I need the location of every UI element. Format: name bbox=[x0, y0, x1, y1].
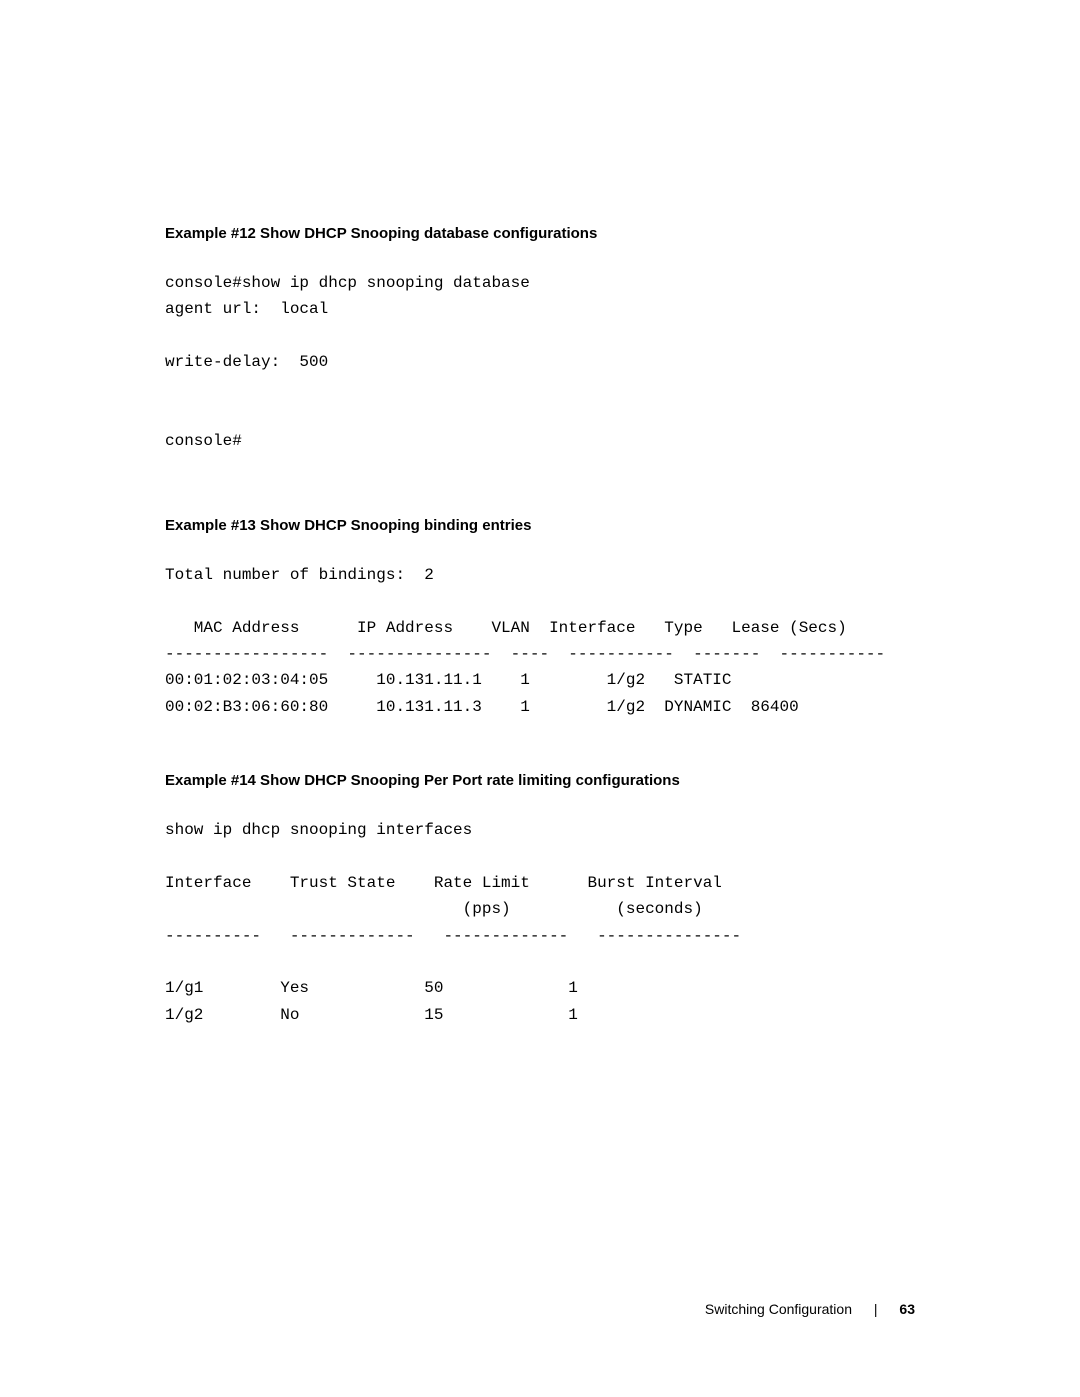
example-14-output: show ip dhcp snooping interfaces Interfa… bbox=[165, 817, 915, 1028]
example-12-output: console#show ip dhcp snooping database a… bbox=[165, 270, 915, 455]
page-footer: Switching Configuration | 63 bbox=[705, 1301, 915, 1317]
example-13-output: Total number of bindings: 2 MAC Address … bbox=[165, 562, 915, 720]
footer-page-number: 63 bbox=[899, 1301, 915, 1317]
example-12-heading: Example #12 Show DHCP Snooping database … bbox=[165, 225, 915, 242]
footer-separator: | bbox=[874, 1301, 878, 1317]
footer-section-title: Switching Configuration bbox=[705, 1301, 852, 1317]
example-13-heading: Example #13 Show DHCP Snooping binding e… bbox=[165, 517, 915, 534]
example-14-heading: Example #14 Show DHCP Snooping Per Port … bbox=[165, 772, 915, 789]
